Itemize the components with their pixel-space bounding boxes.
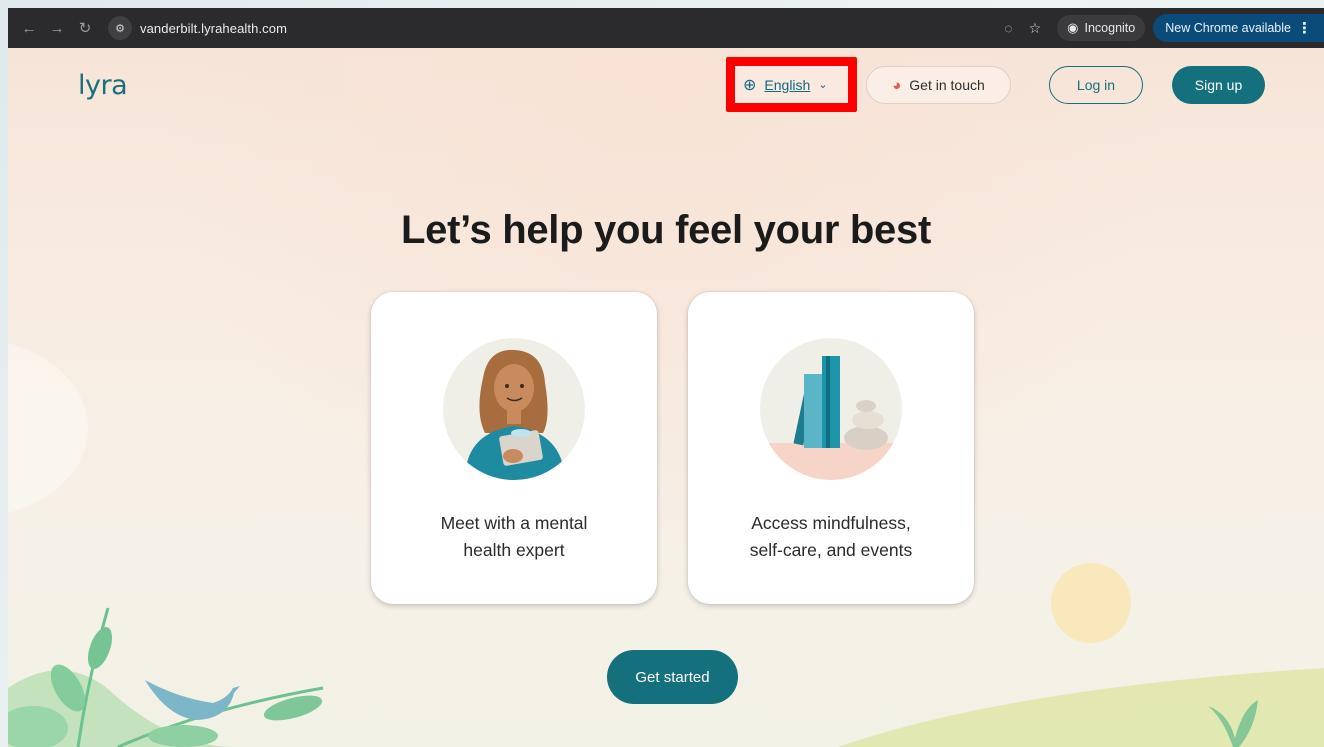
- mindfulness-card[interactable]: Access mindfulness, self-care, and event…: [688, 292, 974, 604]
- contact-label: Get in touch: [909, 77, 985, 93]
- chevron-down-icon: ⌄: [818, 79, 828, 91]
- more-menu-icon[interactable]: ⋮: [1297, 19, 1312, 37]
- chrome-update-button[interactable]: New Chrome available ⋮: [1153, 14, 1324, 42]
- card-label-line2: health expert: [463, 540, 565, 560]
- url-text: vanderbilt.lyrahealth.com: [140, 20, 288, 36]
- get-in-touch-button[interactable]: ◕ Get in touch: [866, 66, 1011, 104]
- leaf-illustration: [1208, 700, 1258, 747]
- update-label: New Chrome available: [1165, 21, 1291, 35]
- incognito-icon: ◉: [1067, 20, 1079, 35]
- card-label: Access mindfulness, self-care, and event…: [708, 510, 954, 564]
- star-icon[interactable]: ☆: [1029, 20, 1042, 37]
- language-selector[interactable]: ⊕ English ⌄: [735, 66, 848, 103]
- login-button[interactable]: Log in: [1049, 66, 1143, 104]
- browser-toolbar: ← → ↻ ⚙ vanderbilt.lyrahealth.com ◌ ☆ ◉ …: [8, 8, 1324, 48]
- card-label-line1: Access mindfulness,: [751, 513, 911, 533]
- get-started-button[interactable]: Get started: [607, 650, 738, 704]
- language-selector-highlight: ⊕ English ⌄: [726, 57, 857, 112]
- mental-health-card[interactable]: Meet with a mental health expert: [371, 292, 657, 604]
- incognito-label: Incognito: [1084, 21, 1136, 35]
- back-icon[interactable]: ←: [18, 17, 40, 39]
- reload-icon[interactable]: ↻: [74, 17, 96, 39]
- headset-icon: ◕: [892, 76, 902, 94]
- page-viewport: lyra ⊕ English ⌄ ◕ Get in touch Log in S…: [8, 48, 1324, 747]
- eye-off-icon[interactable]: ◌: [1004, 20, 1012, 36]
- page-title: Let’s help you feel your best: [401, 208, 931, 252]
- forward-icon[interactable]: →: [46, 17, 68, 39]
- card-label-line2: self-care, and events: [749, 540, 913, 560]
- books-stones-illustration: [760, 338, 902, 480]
- incognito-badge[interactable]: ◉ Incognito: [1057, 15, 1146, 41]
- card-label-line1: Meet with a mental: [440, 513, 588, 533]
- site-settings-icon[interactable]: ⚙: [108, 16, 132, 40]
- language-label: English: [764, 76, 811, 93]
- globe-icon: ⊕: [743, 76, 757, 94]
- lyra-logo[interactable]: lyra: [78, 70, 128, 101]
- card-label: Meet with a mental health expert: [391, 510, 637, 564]
- person-illustration: [443, 338, 585, 480]
- signup-button[interactable]: Sign up: [1172, 66, 1265, 104]
- address-bar[interactable]: ⚙ vanderbilt.lyrahealth.com: [108, 14, 287, 42]
- plant-bird-illustration: [8, 607, 324, 747]
